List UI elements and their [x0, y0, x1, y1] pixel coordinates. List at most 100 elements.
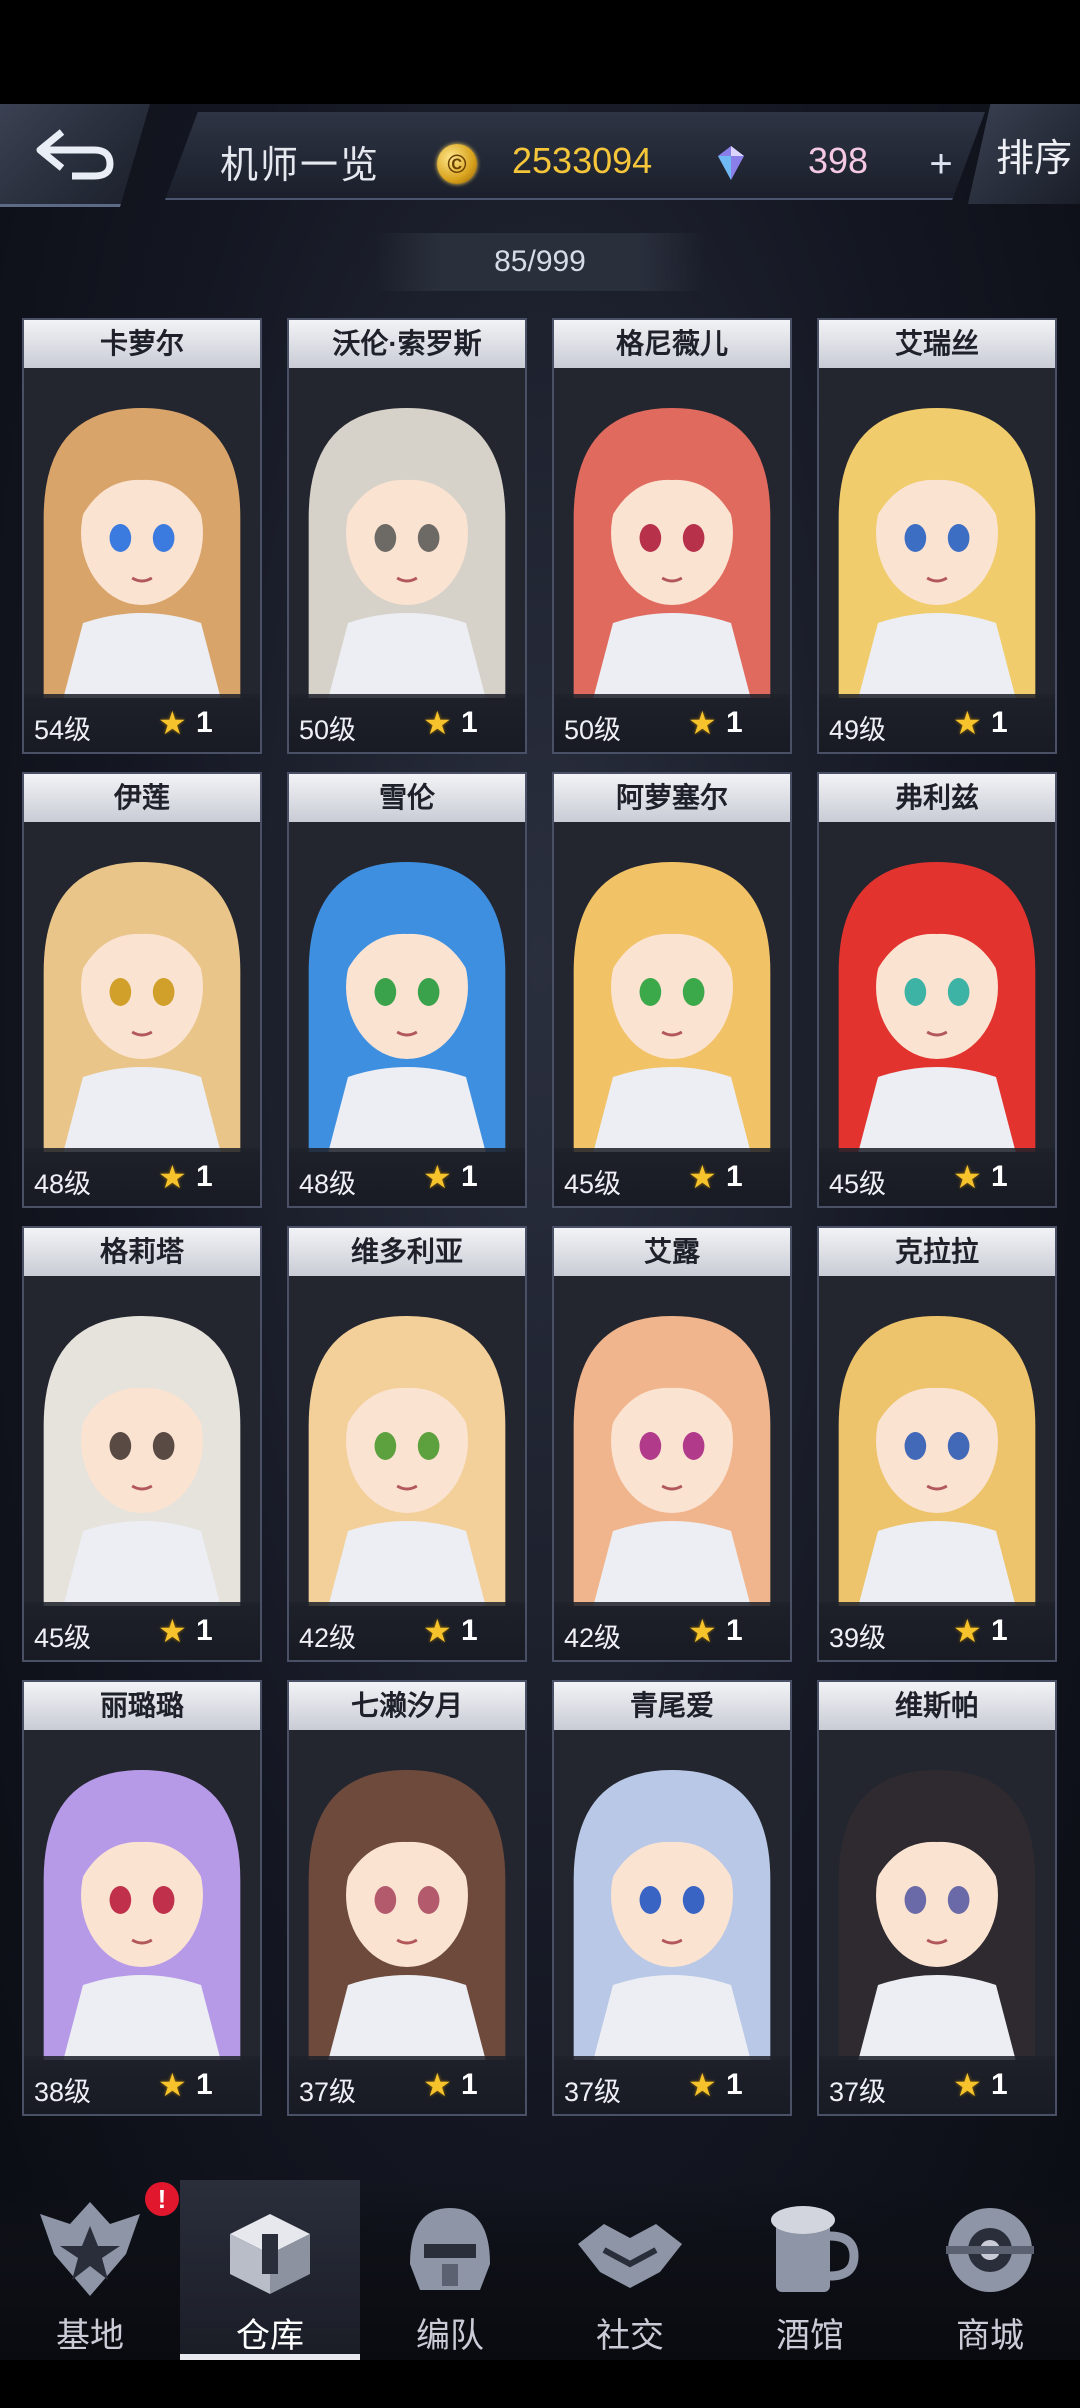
- nav-label: 社交: [596, 2316, 664, 2356]
- pilot-star-count: 1: [196, 1614, 213, 1647]
- pilot-star-count: 1: [196, 1160, 213, 1193]
- pilot-card[interactable]: 克拉拉 39级 ★ 1: [817, 1226, 1057, 1662]
- nav-item[interactable]: 编队: [360, 2180, 540, 2360]
- nav-label: 基地: [56, 2316, 124, 2356]
- star-icon: ★: [953, 2067, 982, 2103]
- pilot-card[interactable]: 弗利兹 45级 ★ 1: [817, 772, 1057, 1208]
- pilot-level: 45级: [34, 1623, 92, 1653]
- back-arrow-icon: [36, 129, 114, 180]
- pilot-info-bar: 45级 ★ 1: [819, 1148, 1055, 1206]
- pilot-card[interactable]: 格尼薇儿 50级 ★ 1: [552, 318, 792, 754]
- pilot-info-bar: 48级 ★ 1: [289, 1148, 525, 1206]
- pilot-info-bar: 37级 ★ 1: [819, 2056, 1055, 2114]
- warehouse-cubes-icon: [210, 2194, 330, 2304]
- pilot-name: 维多利亚: [289, 1228, 525, 1276]
- star-icon: ★: [953, 1613, 982, 1649]
- handshake-icon: [570, 2194, 690, 2304]
- pilot-portrait: [24, 368, 260, 698]
- pilot-star-count: 1: [461, 1614, 478, 1647]
- pilot-portrait: [554, 822, 790, 1152]
- status-bar: [0, 0, 1080, 104]
- pilot-name: 七濑汐月: [289, 1682, 525, 1730]
- star-icon: ★: [158, 1159, 187, 1195]
- pilot-star-count: 1: [461, 2068, 478, 2101]
- pilot-name: 雪伦: [289, 774, 525, 822]
- back-button[interactable]: [0, 104, 150, 207]
- beer-mug-icon: [750, 2194, 870, 2304]
- star-icon: ★: [423, 705, 452, 741]
- pilot-card[interactable]: 七濑汐月 37级 ★ 1: [287, 1680, 527, 2116]
- star-icon: ★: [158, 2067, 187, 2103]
- pilot-star-count: 1: [991, 706, 1008, 739]
- pilot-info-bar: 42级 ★ 1: [554, 1602, 790, 1660]
- pilot-info-bar: 49级 ★ 1: [819, 694, 1055, 752]
- pilot-card[interactable]: 沃伦·索罗斯 50级 ★ 1: [287, 318, 527, 754]
- star-icon: ★: [688, 2067, 717, 2103]
- pilot-card[interactable]: 伊莲 48级 ★ 1: [22, 772, 262, 1208]
- pilot-level: 48级: [299, 1169, 357, 1199]
- pilot-portrait: [819, 1730, 1055, 2060]
- pilot-portrait: [554, 1276, 790, 1606]
- pilot-card[interactable]: 维多利亚 42级 ★ 1: [287, 1226, 527, 1662]
- pilot-portrait: [819, 368, 1055, 698]
- pilot-portrait: [289, 368, 525, 698]
- pilot-card[interactable]: 维斯帕 37级 ★ 1: [817, 1680, 1057, 2116]
- pilot-level: 42级: [564, 1623, 622, 1653]
- pilot-name: 艾露: [554, 1228, 790, 1276]
- pilot-level: 37级: [564, 2077, 622, 2107]
- star-icon: ★: [423, 2067, 452, 2103]
- mech-helmet-icon: [390, 2194, 510, 2304]
- pilot-star-count: 1: [726, 1614, 743, 1647]
- nav-item[interactable]: 商城: [900, 2180, 1080, 2360]
- pilot-star-count: 1: [196, 2068, 213, 2101]
- pilot-portrait: [24, 822, 260, 1152]
- pilot-card[interactable]: 格莉塔 45级 ★ 1: [22, 1226, 262, 1662]
- pilot-name: 沃伦·索罗斯: [289, 320, 525, 368]
- pilot-portrait: [819, 822, 1055, 1152]
- pilot-star-count: 1: [461, 706, 478, 739]
- pilot-info-bar: 38级 ★ 1: [24, 2056, 260, 2114]
- pilot-name: 卡萝尔: [24, 320, 260, 368]
- page-title: 机师一览: [220, 145, 381, 187]
- pilot-name: 伊莲: [24, 774, 260, 822]
- star-icon: ★: [688, 1613, 717, 1649]
- pilot-card[interactable]: 丽璐璐 38级 ★ 1: [22, 1680, 262, 2116]
- sort-button[interactable]: 排序: [968, 104, 1080, 204]
- pilot-level: 50级: [564, 715, 622, 745]
- pilot-card[interactable]: 艾瑞丝 49级 ★ 1: [817, 318, 1057, 754]
- pilot-level: 39级: [829, 1623, 887, 1653]
- pilot-name: 阿萝塞尔: [554, 774, 790, 822]
- gesture-bar: [0, 2360, 1080, 2408]
- pilot-grid: 卡萝尔 54级 ★ 1 沃伦·索罗斯 50级 ★ 1 格尼薇儿 50级 ★ 1 …: [22, 318, 1062, 2116]
- pilot-star-count: 1: [726, 1160, 743, 1193]
- pilot-level: 50级: [299, 715, 357, 745]
- pilot-name: 青尾爱: [554, 1682, 790, 1730]
- pilot-level: 42级: [299, 1623, 357, 1653]
- pilot-card[interactable]: 艾露 42级 ★ 1: [552, 1226, 792, 1662]
- pilot-portrait: [819, 1276, 1055, 1606]
- shop-sphere-icon: [930, 2194, 1050, 2304]
- add-gems-button[interactable]: +: [918, 142, 964, 188]
- pilot-info-bar: 37级 ★ 1: [554, 2056, 790, 2114]
- nav-item[interactable]: 社交: [540, 2180, 720, 2360]
- screen: 机师一览 © 2533094 398 + 排序 85/999 卡萝尔 54级 ★…: [0, 0, 1080, 2408]
- pilot-portrait: [554, 1730, 790, 2060]
- nav-item[interactable]: 酒馆: [720, 2180, 900, 2360]
- pilot-name: 格莉塔: [24, 1228, 260, 1276]
- pilot-name: 艾瑞丝: [819, 320, 1055, 368]
- pilot-star-count: 1: [991, 1614, 1008, 1647]
- pilot-card[interactable]: 青尾爱 37级 ★ 1: [552, 1680, 792, 2116]
- pilot-card[interactable]: 卡萝尔 54级 ★ 1: [22, 318, 262, 754]
- diamond-gem-icon: [718, 146, 744, 180]
- coin-balance: 2533094: [512, 140, 653, 181]
- nav-label: 酒馆: [776, 2316, 844, 2356]
- pilot-card[interactable]: 雪伦 48级 ★ 1: [287, 772, 527, 1208]
- pilot-portrait: [554, 368, 790, 698]
- pilot-card[interactable]: 阿萝塞尔 45级 ★ 1: [552, 772, 792, 1208]
- pilot-name: 维斯帕: [819, 1682, 1055, 1730]
- pilot-count: 85/999: [375, 233, 705, 291]
- nav-item[interactable]: 仓库: [180, 2180, 360, 2360]
- pilot-info-bar: 48级 ★ 1: [24, 1148, 260, 1206]
- pilot-info-bar: 45级 ★ 1: [24, 1602, 260, 1660]
- pilot-info-bar: 54级 ★ 1: [24, 694, 260, 752]
